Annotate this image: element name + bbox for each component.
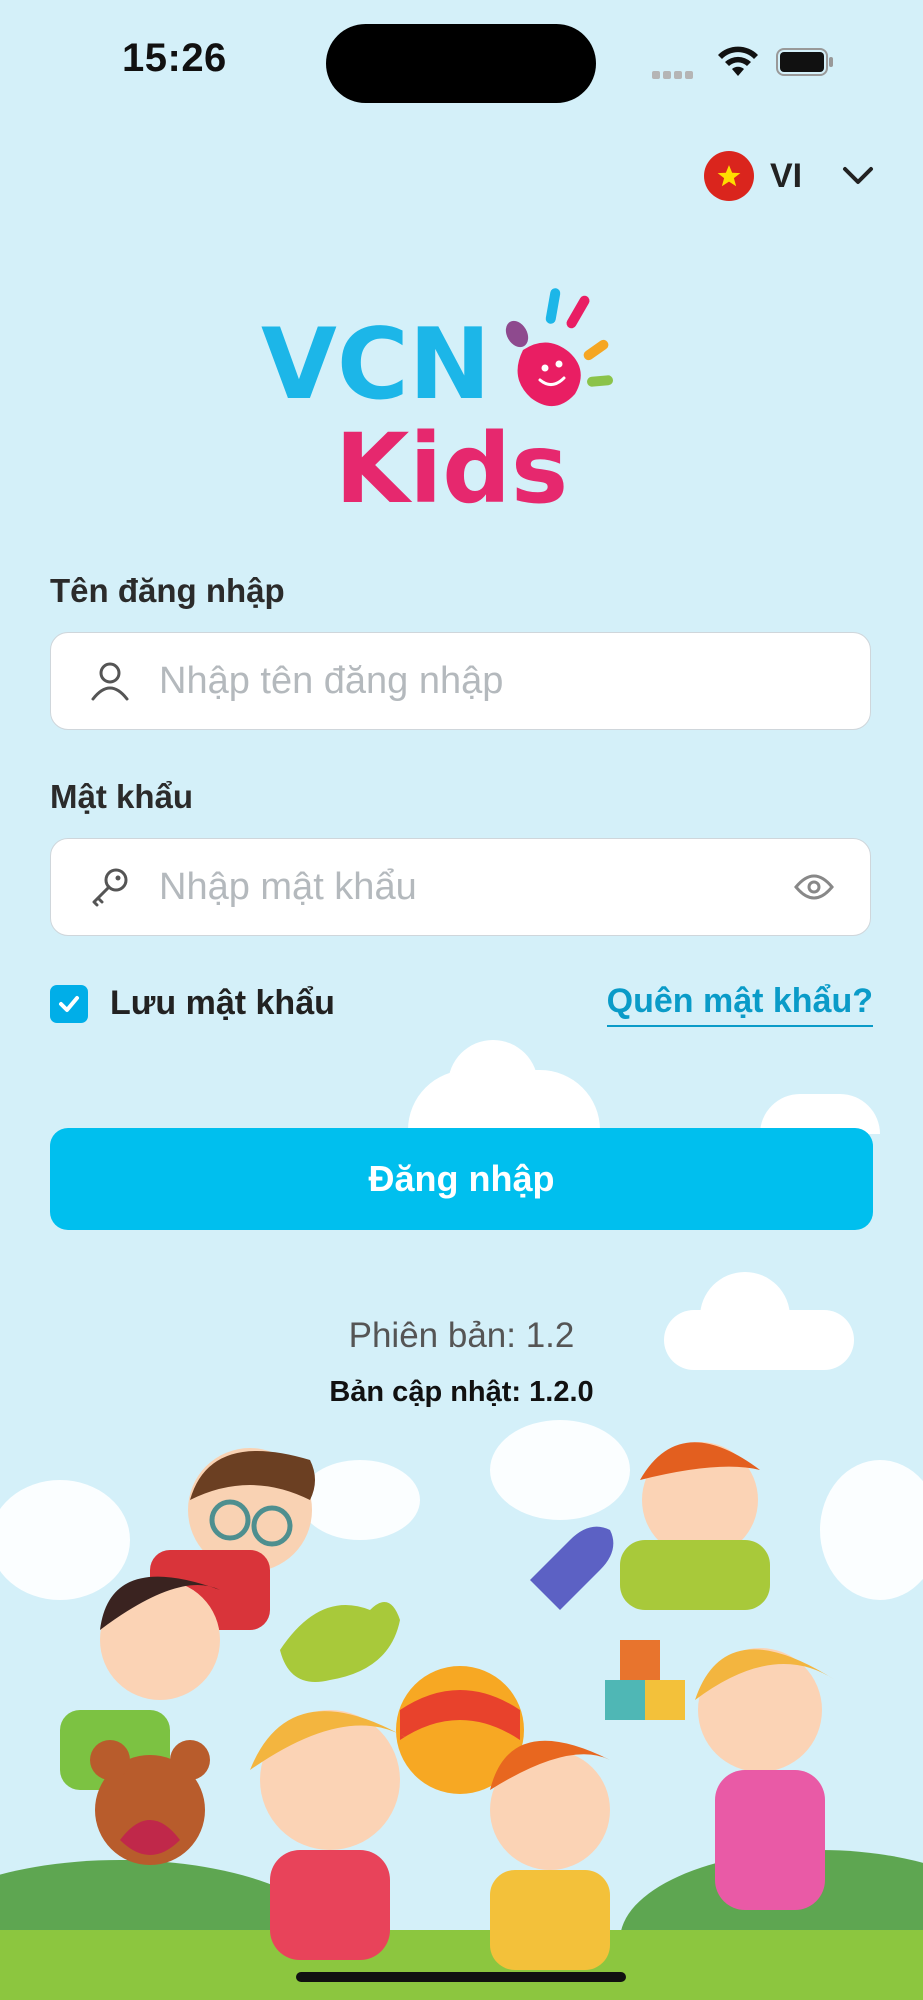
status-time: 15:26	[122, 36, 227, 80]
wifi-icon	[718, 46, 758, 76]
logo-text-kids: Kids	[335, 413, 568, 520]
password-field[interactable]	[50, 838, 871, 936]
cellular-signal-icon	[652, 66, 702, 79]
logo-text-vcn: VCN	[261, 308, 491, 422]
forgot-password-link[interactable]: Quên mật khẩu?	[606, 982, 873, 1027]
checkmark-icon	[50, 984, 88, 1023]
username-label: Tên đăng nhập	[50, 572, 285, 609]
username-input[interactable]	[157, 632, 870, 730]
battery-icon	[776, 48, 833, 76]
username-field[interactable]	[50, 632, 871, 730]
chevron-down-icon	[843, 167, 874, 184]
language-selector[interactable]: VI	[704, 148, 874, 204]
password-input[interactable]	[157, 838, 790, 936]
user-icon	[85, 656, 135, 706]
key-icon	[85, 862, 135, 912]
dynamic-island	[326, 24, 596, 103]
version-text: Phiên bản: 1.2	[348, 1316, 575, 1355]
login-button[interactable]: Đăng nhập	[50, 1128, 873, 1230]
vietnam-flag-icon	[704, 151, 754, 201]
language-code: VI	[770, 156, 803, 195]
home-indicator[interactable]	[296, 1972, 626, 1982]
password-label: Mật khẩu	[50, 778, 194, 815]
remember-password-label: Lưu mật khẩu	[110, 984, 335, 1022]
cloud-decoration	[448, 1040, 538, 1130]
eye-icon[interactable]	[790, 863, 838, 911]
vcn-kids-logo: VCN Kids	[261, 288, 613, 520]
kids-illustration	[0, 1420, 923, 2000]
remember-password-checkbox[interactable]: Lưu mật khẩu	[50, 984, 335, 1023]
update-version-text: Bản cập nhật: 1.2.0	[329, 1376, 594, 1408]
